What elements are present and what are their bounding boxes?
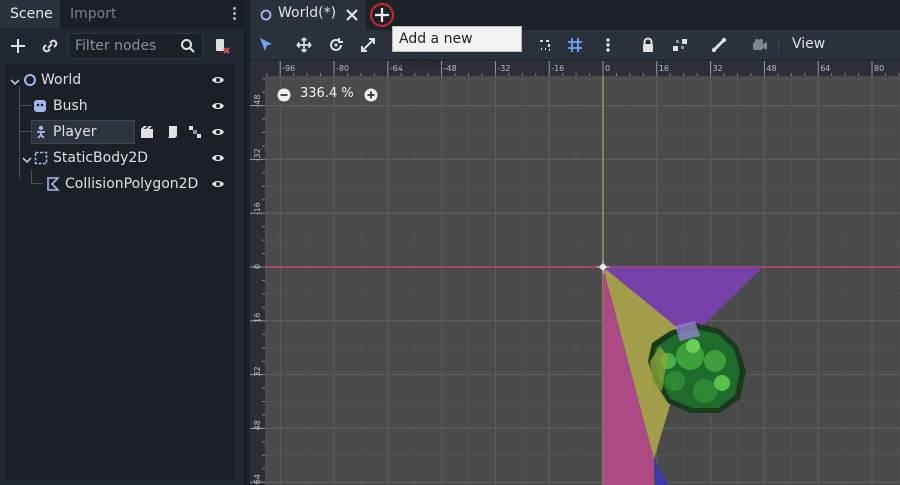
node2d-icon (23, 73, 37, 87)
scene-dock: Scene Import Filter nodes World Bush Pla… (0, 0, 245, 485)
ruler-label: -80 (336, 64, 349, 73)
select-mode-icon[interactable] (258, 37, 274, 53)
ruler-label: 64 (253, 474, 262, 484)
instance-icon (33, 99, 47, 113)
scene-toolbar (0, 30, 245, 62)
staticbody2d-icon (34, 151, 48, 165)
search-icon (180, 38, 196, 54)
snap-smart-icon[interactable] (537, 37, 553, 53)
bones-icon[interactable] (711, 37, 727, 53)
ruler-label: 32 (253, 366, 262, 376)
tree-item-label: Player (53, 124, 97, 140)
group-selected-icon[interactable] (672, 37, 688, 53)
ruler-label: 80 (874, 64, 884, 73)
ruler-label: -16 (253, 202, 262, 215)
view-menu[interactable]: View (792, 36, 825, 52)
instance-script-icon[interactable] (212, 36, 232, 56)
collision-polygon-blue (654, 459, 668, 485)
ruler-label: 16 (253, 313, 262, 323)
tree-item-staticbody2d[interactable]: StaticBody2D (5, 145, 235, 171)
tree-item-player[interactable]: Player (5, 119, 235, 145)
chevron-down-icon[interactable] (22, 153, 32, 164)
ruler-label: 48 (766, 64, 776, 73)
ruler-label: 32 (713, 64, 723, 73)
visibility-eye-icon[interactable] (211, 100, 225, 112)
ruler-label: -32 (253, 148, 262, 161)
player-scene-icon (34, 125, 48, 139)
canvas-viewport[interactable]: -96 -80 -64 -48 -32 -16 0 16 32 48 64 80 -48 -32 -16 0 1… (250, 61, 900, 485)
tooltip: Add a new scene. (392, 26, 522, 71)
close-icon[interactable] (345, 8, 359, 22)
tree-item-label: CollisionPolygon2D (65, 176, 199, 192)
link-icon[interactable] (40, 36, 60, 56)
script-icon[interactable] (165, 125, 179, 139)
ruler-label: 48 (253, 420, 262, 430)
node2d-icon (260, 9, 272, 21)
rotate-mode-icon[interactable] (328, 37, 344, 53)
move-mode-icon[interactable] (296, 37, 312, 53)
zoom-level: 336.4 % (300, 86, 354, 101)
tree-item-bush[interactable]: Bush (5, 93, 235, 119)
visibility-eye-icon[interactable] (211, 178, 225, 190)
visibility-eye-icon[interactable] (211, 74, 225, 86)
tree-item-collisionpolygon2d[interactable]: CollisionPolygon2D (5, 171, 235, 197)
snap-grid-icon[interactable] (567, 37, 583, 53)
tree-item-label: StaticBody2D (53, 150, 149, 166)
scene-tree: World Bush Player StaticBody2D Collision… (5, 64, 235, 480)
tab-scene[interactable]: Scene (0, 0, 60, 28)
ruler-label: -32 (497, 64, 510, 73)
tab-world-label: World(*) (278, 5, 337, 21)
ruler-label: -48 (444, 64, 457, 73)
camera-icon[interactable] (752, 37, 768, 53)
filter-nodes-box (68, 33, 203, 59)
group-icon[interactable] (188, 125, 202, 139)
ruler-label: 0 (605, 64, 610, 73)
ruler-label: 16 (659, 64, 669, 73)
tree-item-world[interactable]: World (5, 67, 235, 93)
canvas-drawing: -96 -80 -64 -48 -32 -16 0 16 32 48 64 80-48-32-1601… (250, 61, 900, 485)
add-scene-button[interactable] (369, 2, 395, 28)
zoom-in-button[interactable] (364, 88, 378, 102)
tab-world[interactable]: World(*) (250, 0, 366, 30)
add-node-icon[interactable] (8, 36, 28, 56)
ruler-label: -16 (551, 64, 564, 73)
tree-item-label: World (41, 72, 82, 88)
chevron-down-icon[interactable] (10, 75, 20, 86)
ruler-label: 0 (253, 264, 262, 269)
scene-tab-bar: World(*) (250, 0, 900, 30)
scale-mode-icon[interactable] (360, 37, 376, 53)
ruler-label: -96 (282, 64, 295, 73)
tree-item-label: Bush (53, 98, 88, 114)
canvas-toolbar: View (250, 30, 900, 60)
dock-tab-bar: Scene Import (0, 0, 245, 28)
lock-icon[interactable] (640, 37, 656, 53)
visibility-eye-icon[interactable] (211, 152, 225, 164)
ruler-label: -48 (253, 95, 262, 108)
open-scene-icon[interactable] (140, 125, 154, 139)
zoom-out-button[interactable] (277, 88, 291, 102)
dock-menu-icon[interactable] (231, 6, 237, 22)
tab-import[interactable]: Import (60, 0, 126, 28)
collisionpolygon2d-icon (46, 177, 60, 191)
visibility-eye-icon[interactable] (211, 126, 225, 138)
ruler-label: 64 (820, 64, 830, 73)
filter-nodes-input[interactable] (75, 37, 175, 55)
more-options-icon[interactable] (600, 37, 616, 53)
